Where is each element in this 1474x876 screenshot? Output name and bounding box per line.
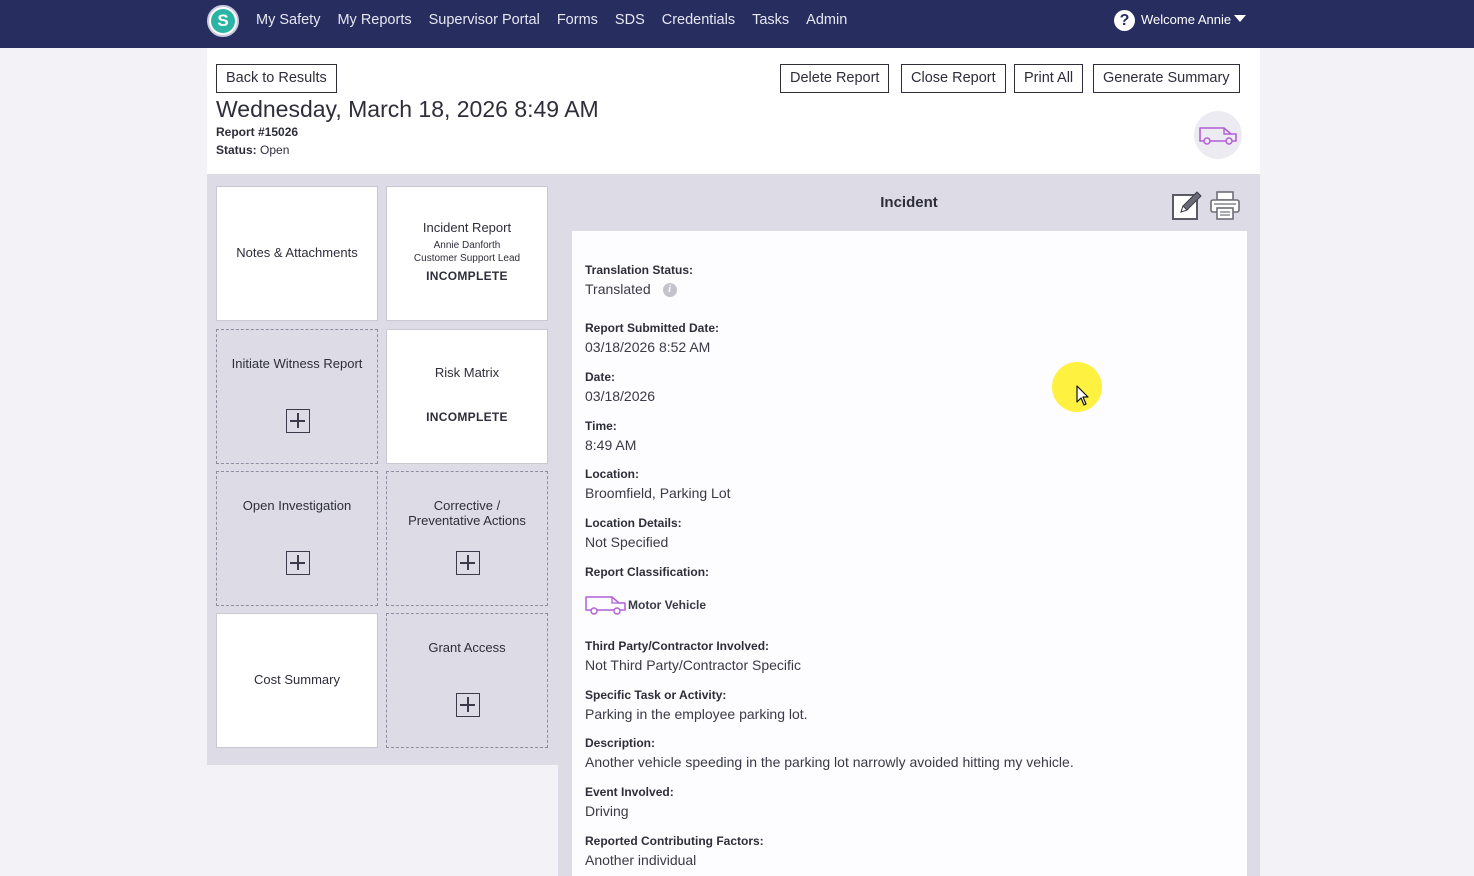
back-to-results-button[interactable]: Back to Results <box>216 64 337 93</box>
status-label: Status: <box>216 143 257 157</box>
field-label-translation-status: Translation Status: <box>585 263 694 277</box>
field-value-contributing-factors: Another individual <box>585 852 697 868</box>
tile-label: Risk Matrix <box>434 365 500 380</box>
add-icon[interactable] <box>286 551 310 575</box>
incident-panel-title: Incident <box>880 194 938 211</box>
nav-my-safety[interactable]: My Safety <box>256 12 320 28</box>
report-status: Status: Open <box>216 143 289 157</box>
tile-open-investigation[interactable]: Open Investigation <box>216 471 378 606</box>
report-number: Report #15026 <box>216 125 299 139</box>
tile-status: INCOMPLETE <box>426 410 508 424</box>
app-logo[interactable]: S <box>207 5 239 37</box>
main-nav: My Safety My Reports Supervisor Portal F… <box>256 0 864 40</box>
mouse-cursor-icon <box>1076 385 1089 406</box>
nav-supervisor-portal[interactable]: Supervisor Portal <box>429 12 540 28</box>
van-icon <box>585 596 626 615</box>
nav-tasks[interactable]: Tasks <box>752 12 789 28</box>
nav-forms[interactable]: Forms <box>557 12 598 28</box>
van-icon <box>1199 127 1237 145</box>
field-value-time: 8:49 AM <box>585 437 637 453</box>
tile-label: Initiate Witness Report <box>231 356 363 371</box>
generate-summary-button[interactable]: Generate Summary <box>1093 64 1240 93</box>
add-icon[interactable] <box>456 551 480 575</box>
tile-label: Cost Summary <box>254 672 340 687</box>
tile-corrective-actions[interactable]: Corrective / Preventative Actions <box>386 471 548 606</box>
field-value-task: Parking in the employee parking lot. <box>585 706 808 722</box>
print-icon[interactable] <box>1209 190 1241 222</box>
add-icon[interactable] <box>456 693 480 717</box>
field-label-classification: Report Classification: <box>585 565 710 579</box>
field-label-contributing-factors: Reported Contributing Factors: <box>585 834 764 848</box>
tile-label: Grant Access <box>428 640 506 655</box>
field-value-location-details: Not Specified <box>585 534 669 550</box>
tile-person: Annie Danforth <box>433 240 501 251</box>
help-icon[interactable]: ? <box>1114 10 1135 31</box>
nav-my-reports[interactable]: My Reports <box>337 12 411 28</box>
delete-report-button[interactable]: Delete Report <box>780 64 890 93</box>
classification-name: Motor Vehicle <box>628 598 707 612</box>
tile-risk-matrix[interactable]: Risk Matrix INCOMPLETE <box>386 329 548 464</box>
tile-label-line2: Preventative Actions <box>408 513 526 528</box>
page-title: Wednesday, March 18, 2026 8:49 AM <box>216 96 599 122</box>
status-value: Open <box>260 143 290 157</box>
tile-initiate-witness-report[interactable]: Initiate Witness Report <box>216 329 378 464</box>
field-label-location: Location: <box>585 467 639 481</box>
tile-label: Incident Report <box>422 220 512 235</box>
field-value-submitted-date: 03/18/2026 8:52 AM <box>585 339 711 355</box>
field-label-submitted-date: Report Submitted Date: <box>585 321 720 335</box>
nav-admin[interactable]: Admin <box>806 12 847 28</box>
field-label-time: Time: <box>585 419 617 433</box>
field-label-date: Date: <box>585 370 616 384</box>
nav-sds[interactable]: SDS <box>615 12 645 28</box>
tile-label: Notes & Attachments <box>236 245 358 260</box>
field-value-event: Driving <box>585 803 629 819</box>
info-icon[interactable]: i <box>662 283 677 298</box>
welcome-user-menu[interactable]: Welcome Annie <box>1141 12 1231 27</box>
field-value-date: 03/18/2026 <box>585 388 656 404</box>
tile-incident-report[interactable]: Incident Report Annie Danforth Customer … <box>386 186 548 321</box>
field-label-location-details: Location Details: <box>585 516 682 530</box>
field-label-event: Event Involved: <box>585 785 674 799</box>
add-icon[interactable] <box>286 409 310 433</box>
field-value-translation-status: Translated i <box>585 281 677 298</box>
tile-notes-attachments[interactable]: Notes & Attachments <box>216 186 378 321</box>
tile-label: Open Investigation <box>242 498 352 513</box>
print-all-button[interactable]: Print All <box>1014 64 1084 93</box>
field-value-description: Another vehicle speeding in the parking … <box>585 754 1074 770</box>
top-nav-bar: S My Safety My Reports Supervisor Portal… <box>0 0 1474 48</box>
chevron-down-icon[interactable] <box>1234 15 1246 22</box>
tile-role: Customer Support Lead <box>413 253 521 264</box>
tile-cost-summary[interactable]: Cost Summary <box>216 613 378 748</box>
field-label-task: Specific Task or Activity: <box>585 688 727 702</box>
close-report-button[interactable]: Close Report <box>901 64 1006 93</box>
edit-icon[interactable] <box>1171 190 1203 222</box>
tile-grant-access[interactable]: Grant Access <box>386 613 548 748</box>
field-label-description: Description: <box>585 736 656 750</box>
field-value-location: Broomfield, Parking Lot <box>585 485 731 501</box>
logo-letter: S <box>211 9 235 33</box>
nav-credentials[interactable]: Credentials <box>662 12 735 28</box>
tile-label-line1: Corrective / <box>433 498 501 513</box>
field-value-third-party: Not Third Party/Contractor Specific <box>585 657 802 673</box>
field-value-classification: Motor Vehicle <box>585 594 706 616</box>
classification-badge <box>1194 111 1242 159</box>
field-label-third-party: Third Party/Contractor Involved: <box>585 639 770 653</box>
tile-status: INCOMPLETE <box>426 269 508 283</box>
